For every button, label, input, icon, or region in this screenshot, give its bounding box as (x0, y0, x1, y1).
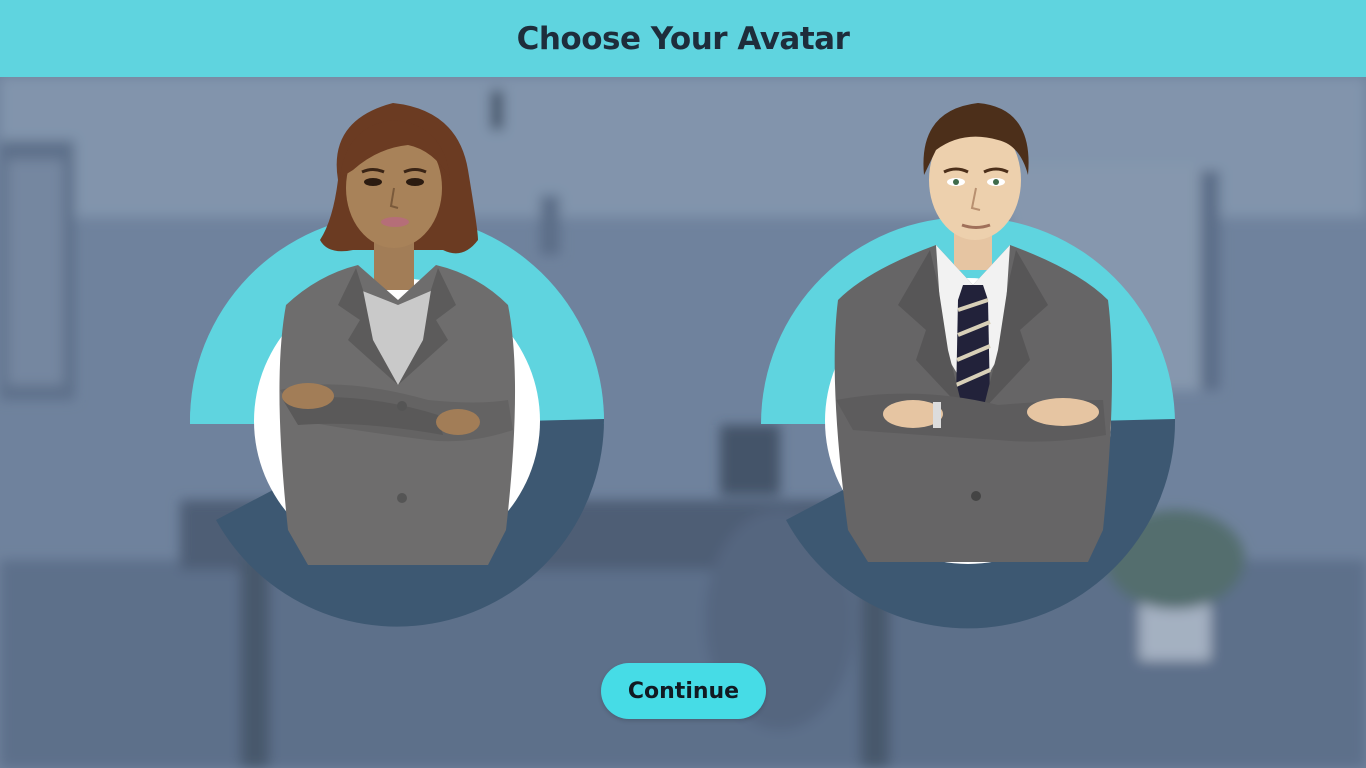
avatar-option-male[interactable] (758, 100, 1178, 629)
page-title: Choose Your Avatar (516, 20, 850, 57)
avatar-option-female[interactable] (188, 100, 608, 627)
header-bar: Choose Your Avatar (0, 0, 1366, 77)
continue-button[interactable]: Continue (601, 663, 766, 719)
